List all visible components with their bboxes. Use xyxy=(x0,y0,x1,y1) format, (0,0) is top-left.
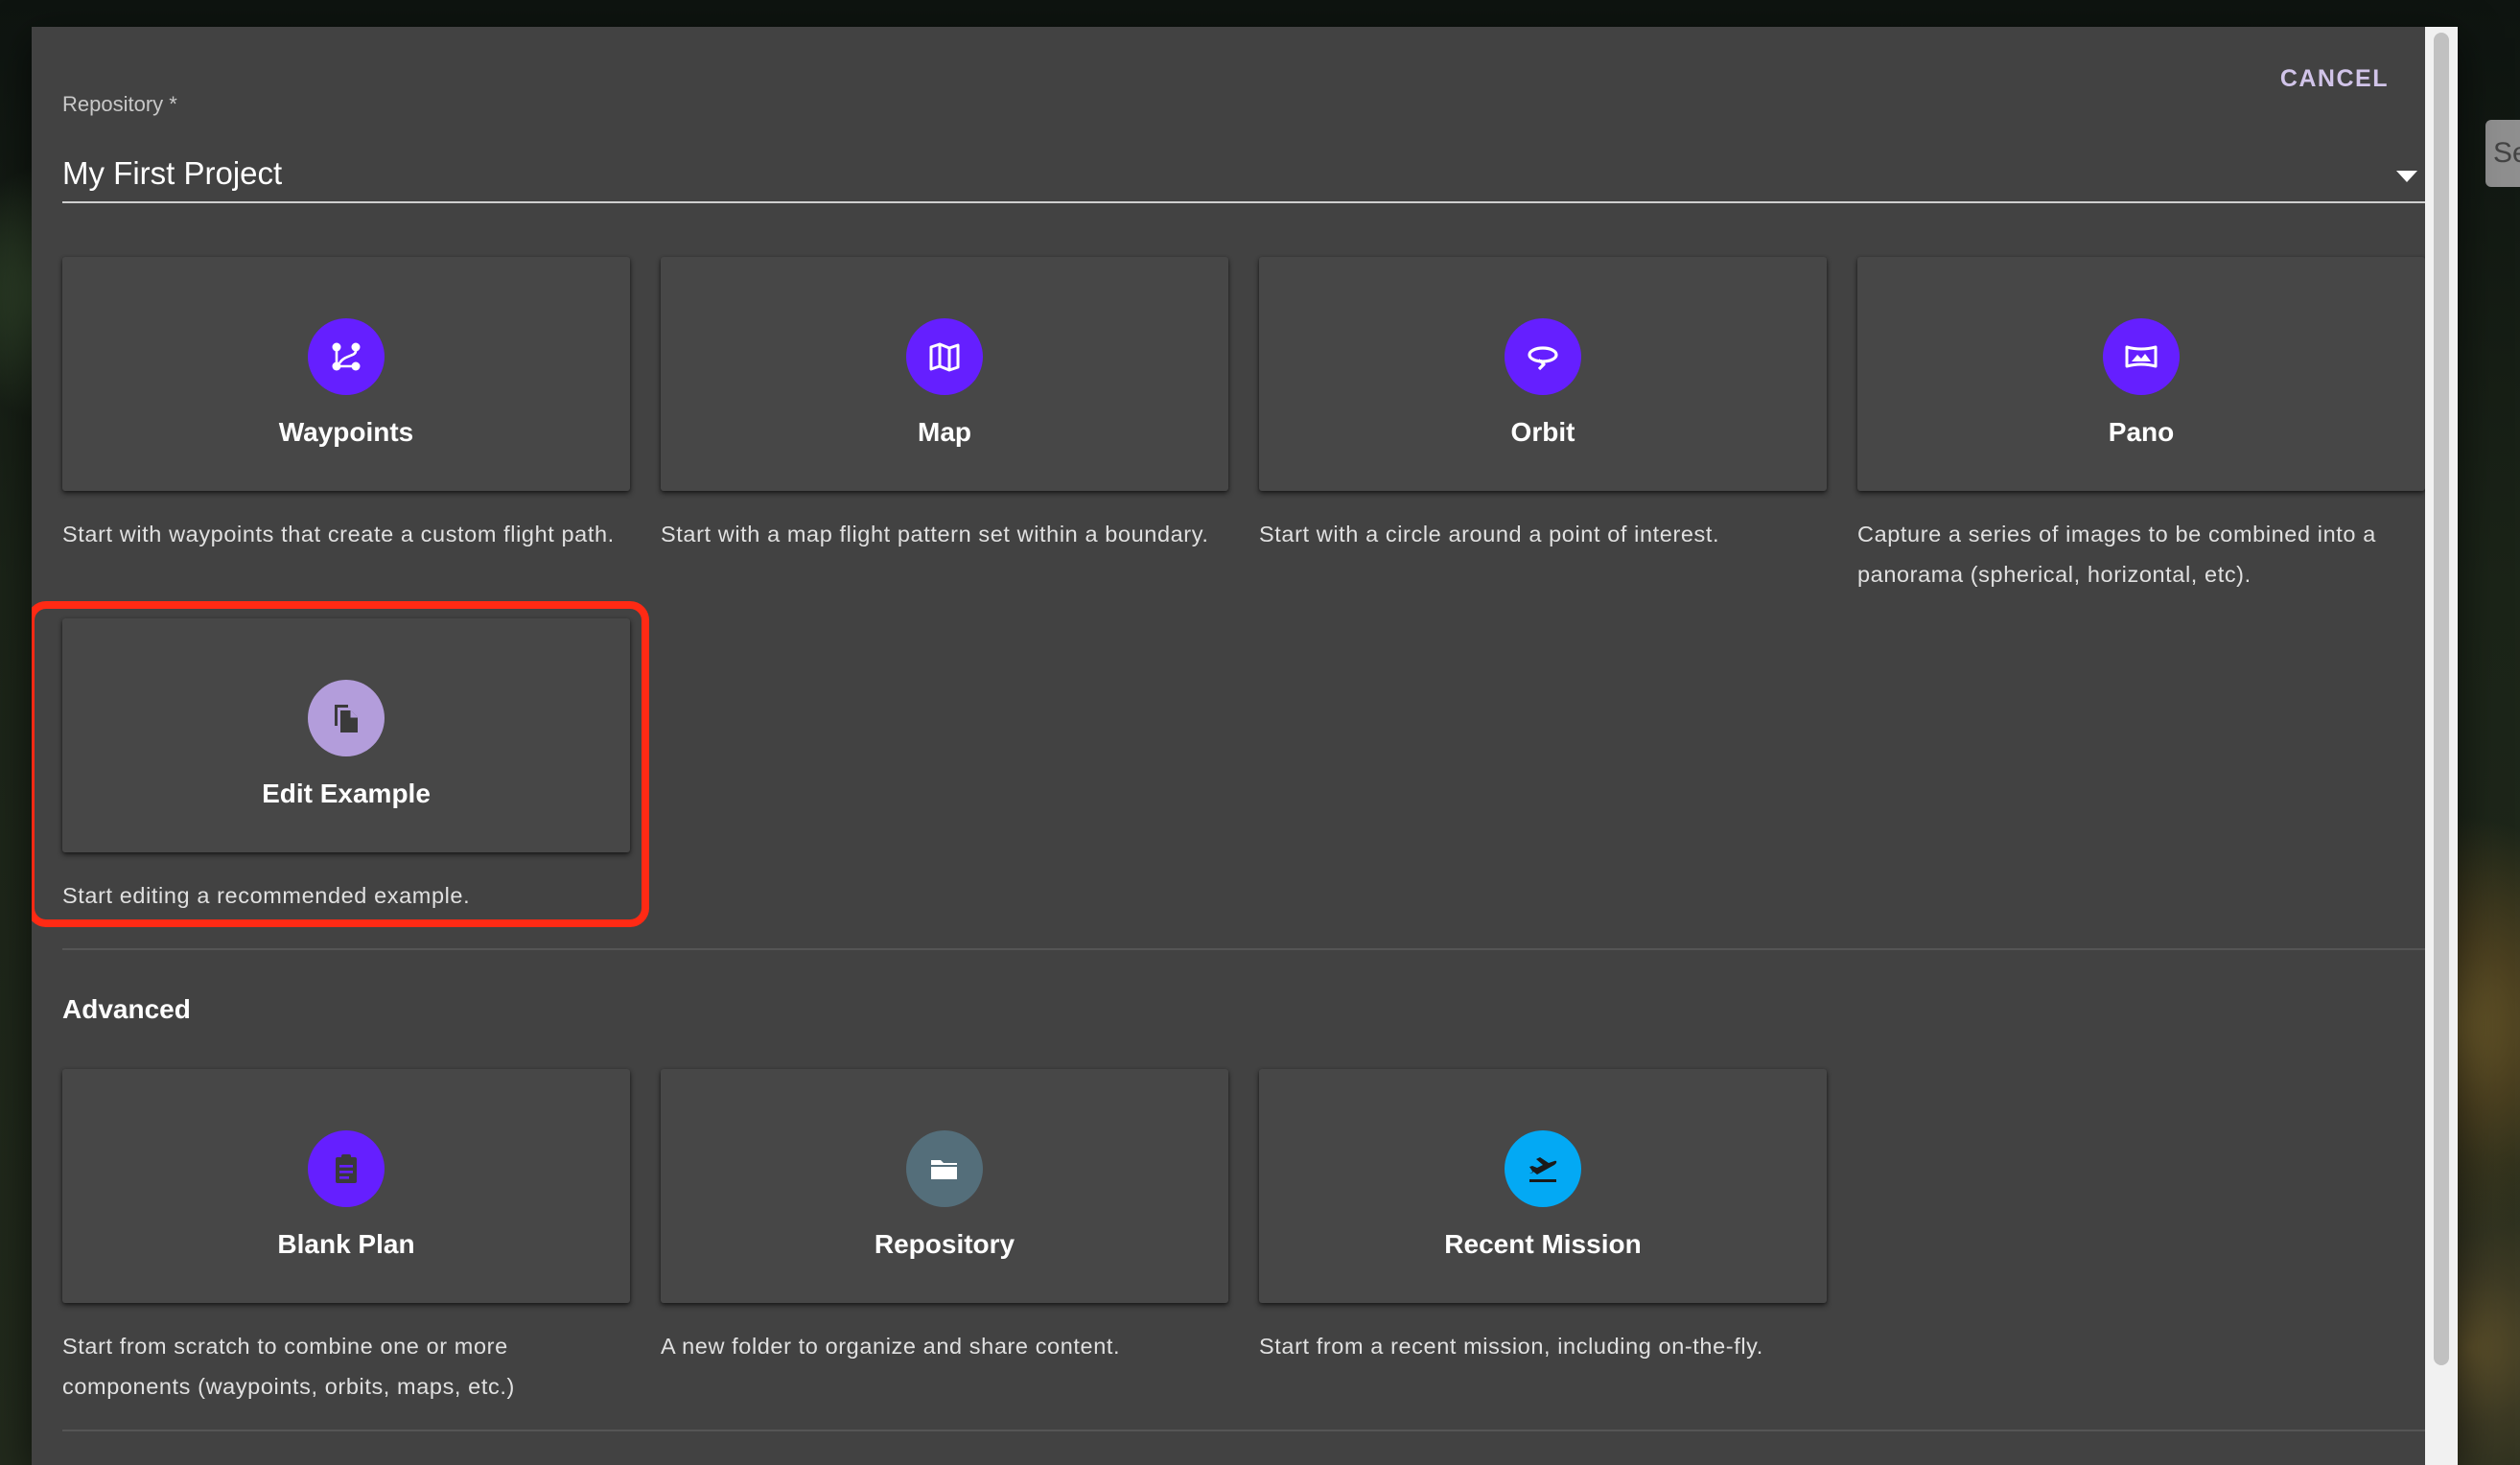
repository-select[interactable]: My First Project xyxy=(62,127,2425,203)
option-title: Waypoints xyxy=(278,417,414,447)
airplane-takeoff-icon xyxy=(1505,1130,1581,1207)
option-card-repository[interactable]: Repository xyxy=(661,1069,1228,1303)
option-card-waypoints[interactable]: Waypoints xyxy=(62,257,630,491)
option-description: Start with a map flight pattern set with… xyxy=(661,522,1209,546)
option-description: Start from scratch to combine one or mor… xyxy=(62,1334,515,1399)
section-divider xyxy=(62,1430,2425,1431)
option-card-blank-plan[interactable]: Blank Plan xyxy=(62,1069,630,1303)
option-title: Pano xyxy=(2108,417,2175,447)
waypoints-icon xyxy=(308,318,385,395)
scrollbar-thumb[interactable] xyxy=(2434,33,2449,1365)
option-card-map[interactable]: Map xyxy=(661,257,1228,491)
panorama-icon xyxy=(2103,318,2180,395)
option-card-recent-mission[interactable]: Recent Mission xyxy=(1259,1069,1827,1303)
section-divider xyxy=(62,948,2425,950)
repository-label: Repository * xyxy=(62,92,177,116)
dialog-scrollbar[interactable] xyxy=(2425,27,2458,1465)
option-title: Recent Mission xyxy=(1444,1229,1642,1259)
advanced-section-title: Advanced xyxy=(62,994,191,1024)
cancel-button[interactable]: CANCEL xyxy=(2280,65,2389,93)
option-title: Edit Example xyxy=(262,779,431,808)
option-description: A new folder to organize and share conte… xyxy=(661,1334,1121,1359)
option-description: Start with waypoints that create a custo… xyxy=(62,522,615,546)
option-title: Repository xyxy=(874,1229,1015,1259)
option-card-edit-example[interactable]: Edit Example xyxy=(62,618,630,852)
clipboard-icon xyxy=(308,1130,385,1207)
option-card-pano[interactable]: Pano xyxy=(1857,257,2425,491)
new-item-dialog: CANCEL Repository * My First Project Way… xyxy=(32,27,2458,1465)
copy-document-icon xyxy=(308,680,385,756)
background-search-field: Se xyxy=(2485,120,2520,187)
orbit-icon xyxy=(1505,318,1581,395)
map-icon xyxy=(906,318,983,395)
option-description: Start with a circle around a point of in… xyxy=(1259,522,1720,546)
folder-icon xyxy=(906,1130,983,1207)
option-title: Blank Plan xyxy=(277,1229,415,1259)
option-description: Start editing a recommended example. xyxy=(62,883,471,908)
option-title: Map xyxy=(918,417,971,447)
dropdown-arrow-icon xyxy=(2396,171,2417,182)
option-description: Capture a series of images to be combine… xyxy=(1857,522,2376,587)
option-card-orbit[interactable]: Orbit xyxy=(1259,257,1827,491)
option-description: Start from a recent mission, including o… xyxy=(1259,1334,1763,1359)
repository-selected-value: My First Project xyxy=(62,155,283,191)
option-title: Orbit xyxy=(1510,417,1575,447)
